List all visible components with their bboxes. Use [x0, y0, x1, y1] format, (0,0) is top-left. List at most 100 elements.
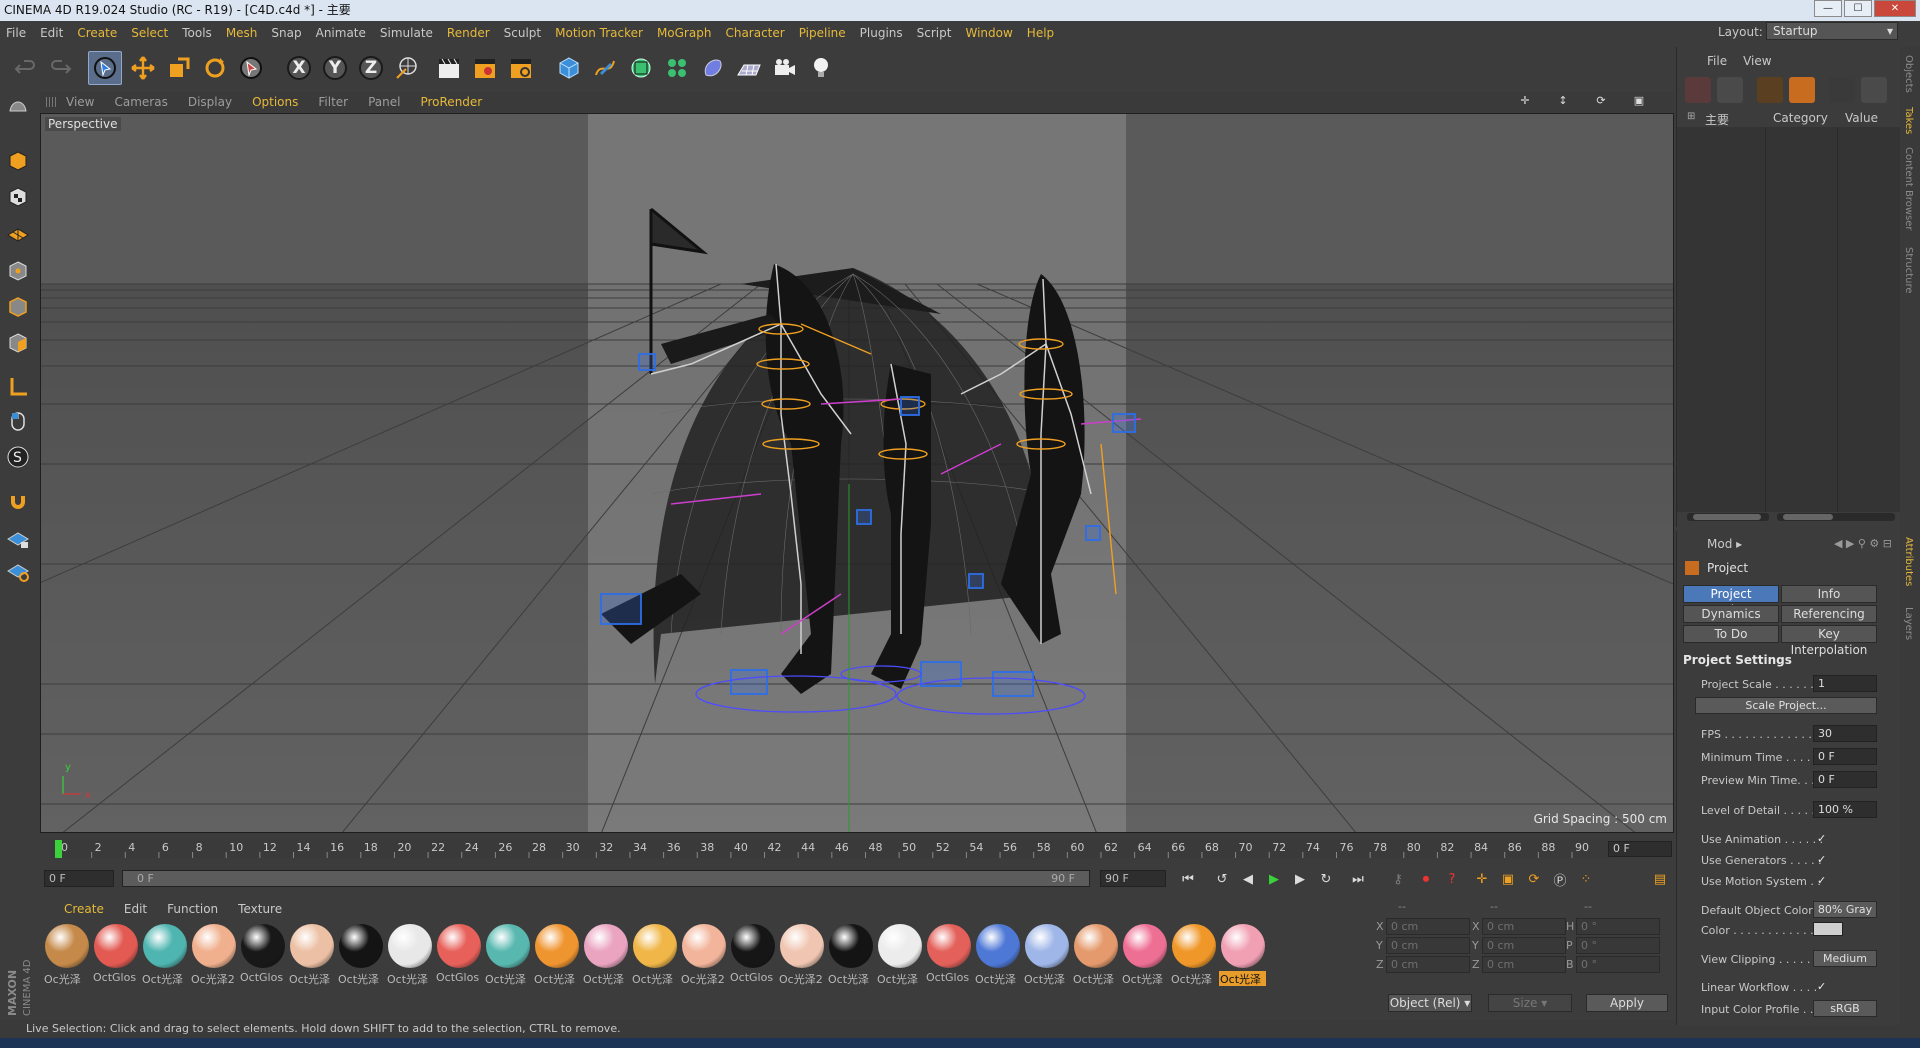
- menu-file[interactable]: File: [6, 26, 26, 40]
- material-swatch[interactable]: Oc光泽2: [679, 924, 728, 988]
- menu-pipeline[interactable]: Pipeline: [799, 26, 846, 40]
- frame-range-slider[interactable]: 0 F 90 F: [122, 870, 1090, 887]
- spline-pen-button[interactable]: [588, 51, 622, 85]
- key-parameter-button[interactable]: Ⓟ: [1548, 868, 1572, 890]
- column-category[interactable]: Category: [1773, 111, 1828, 125]
- polygons-mode-button[interactable]: [3, 328, 33, 358]
- texture-mode-button[interactable]: [3, 182, 33, 212]
- coord-field[interactable]: 0 °: [1576, 918, 1660, 935]
- material-swatch[interactable]: Oct光泽: [875, 924, 924, 988]
- material-swatch[interactable]: Oc光泽2: [777, 924, 826, 988]
- use-generators-checkbox[interactable]: ✓: [1817, 854, 1829, 866]
- render-view-button[interactable]: [432, 51, 466, 85]
- render-take-icon[interactable]: [1829, 77, 1855, 103]
- menu-script[interactable]: Script: [917, 26, 952, 40]
- color-swatch[interactable]: [1813, 922, 1843, 936]
- lock-take-icon[interactable]: [1861, 77, 1887, 103]
- key-rotation-button[interactable]: ⟳: [1522, 868, 1546, 890]
- light-button[interactable]: [804, 51, 838, 85]
- menu-select[interactable]: Select: [131, 26, 168, 40]
- material-swatch[interactable]: Oct光泽: [1218, 924, 1267, 988]
- material-swatch[interactable]: Oct光泽: [973, 924, 1022, 988]
- render-to-picture-viewer-button[interactable]: [468, 51, 502, 85]
- mat-menu-texture[interactable]: Texture: [238, 902, 282, 916]
- obj-menu-file[interactable]: File: [1707, 54, 1727, 68]
- x-axis-button[interactable]: X: [282, 51, 316, 85]
- tab-dynamics[interactable]: Dynamics: [1683, 605, 1779, 623]
- recent-tools-button[interactable]: [234, 51, 268, 85]
- takes-list[interactable]: [1677, 127, 1900, 512]
- side-tab-structure[interactable]: Structure: [1903, 247, 1914, 294]
- default-object-color-dropdown[interactable]: 80% Gray: [1813, 901, 1877, 918]
- make-editable-button[interactable]: [3, 90, 33, 120]
- close-button[interactable]: ✕: [1874, 0, 1916, 17]
- snap-button[interactable]: S: [3, 442, 33, 472]
- material-swatch[interactable]: Oct光泽: [483, 924, 532, 988]
- y-axis-button[interactable]: Y: [318, 51, 352, 85]
- material-swatch[interactable]: Oct光泽: [385, 924, 434, 988]
- layout-select[interactable]: Startup ▾: [1766, 22, 1898, 40]
- coord-field[interactable]: 0 °: [1576, 937, 1660, 954]
- material-swatch[interactable]: Oct光泽: [1022, 924, 1071, 988]
- render-settings-button[interactable]: [504, 51, 538, 85]
- maximize-view-icon[interactable]: ▣: [1632, 94, 1646, 108]
- menu-character[interactable]: Character: [725, 26, 784, 40]
- timeline-window-button[interactable]: ▤: [1648, 868, 1672, 890]
- coord-field[interactable]: 0 cm: [1386, 937, 1470, 954]
- side-tab-layers[interactable]: Layers: [1903, 607, 1914, 640]
- dolly-icon[interactable]: ↕: [1556, 94, 1570, 108]
- coord-field[interactable]: 0 cm: [1482, 918, 1566, 935]
- key-position-button[interactable]: ✛: [1470, 868, 1494, 890]
- vp-menu-panel[interactable]: Panel: [368, 95, 400, 109]
- timeline-ruler[interactable]: 0 2 4 6 8 10 12 14 16 18 20 22 24 26 28 30 32 34 36 38 40 42 4…: [50, 840, 1610, 858]
- view-clipping-dropdown[interactable]: Medium: [1813, 950, 1877, 967]
- side-tab-attributes[interactable]: Attributes: [1903, 537, 1914, 586]
- column-value[interactable]: Value: [1845, 111, 1878, 125]
- menu-plugins[interactable]: Plugins: [860, 26, 903, 40]
- end-frame-field[interactable]: 90 F: [1100, 870, 1166, 887]
- vp-menu-view[interactable]: View: [66, 95, 94, 109]
- autokeying-button[interactable]: ?: [1440, 868, 1464, 890]
- previous-key-button[interactable]: ↺: [1210, 868, 1234, 890]
- tab-referencing[interactable]: Referencing: [1781, 605, 1877, 623]
- record-active-objects-button[interactable]: ⏺: [1414, 868, 1438, 890]
- previous-frame-button[interactable]: ◀: [1236, 868, 1260, 890]
- panel-grip-icon[interactable]: [46, 97, 56, 107]
- coord-field[interactable]: 0 °: [1576, 956, 1660, 973]
- floor-button[interactable]: [732, 51, 766, 85]
- coord-field[interactable]: 0 cm: [1482, 956, 1566, 973]
- side-tab-content-browser[interactable]: Content Browser: [1903, 147, 1914, 230]
- deformer-button[interactable]: [696, 51, 730, 85]
- vp-menu-cameras[interactable]: Cameras: [114, 95, 167, 109]
- material-swatch[interactable]: OctGlos: [728, 924, 777, 988]
- material-swatch[interactable]: OctGlos: [924, 924, 973, 988]
- tab-project-settings[interactable]: Project Settings: [1683, 585, 1779, 617]
- mat-menu-create[interactable]: Create: [64, 902, 104, 916]
- key-pla-button[interactable]: ⁘: [1574, 868, 1598, 890]
- tab-info[interactable]: Info: [1781, 585, 1877, 603]
- menu-render[interactable]: Render: [447, 26, 490, 40]
- linear-workflow-checkbox[interactable]: ✓: [1817, 981, 1829, 993]
- menu-motion-tracker[interactable]: Motion Tracker: [555, 26, 643, 40]
- maximize-button[interactable]: ☐: [1844, 0, 1872, 17]
- coord-field[interactable]: 0 cm: [1482, 937, 1566, 954]
- current-frame-field[interactable]: 0 F: [1608, 841, 1672, 857]
- material-swatch[interactable]: Oct光泽: [336, 924, 385, 988]
- minimum-time-field[interactable]: 0 F: [1813, 748, 1877, 765]
- material-swatch[interactable]: Oct光泽: [1071, 924, 1120, 988]
- menu-window[interactable]: Window: [965, 26, 1012, 40]
- tab-to-do[interactable]: To Do: [1683, 625, 1779, 643]
- take-main-label[interactable]: 主要: [1705, 111, 1729, 128]
- menu-mograph[interactable]: MoGraph: [657, 26, 712, 40]
- side-tab-takes[interactable]: Takes: [1903, 107, 1914, 134]
- move-button[interactable]: [126, 51, 160, 85]
- add-take-icon[interactable]: [1685, 77, 1711, 103]
- record-keys-disabled-button[interactable]: ⚷: [1386, 868, 1410, 890]
- camera-button[interactable]: [768, 51, 802, 85]
- rotate-button[interactable]: [198, 51, 232, 85]
- material-swatch[interactable]: Oct光泽: [581, 924, 630, 988]
- next-frame-button[interactable]: ▶: [1288, 868, 1312, 890]
- workplane-axis-button[interactable]: [3, 556, 33, 586]
- use-motion-system-checkbox[interactable]: ✓: [1817, 875, 1829, 887]
- material-swatch[interactable]: Oct光泽: [1120, 924, 1169, 988]
